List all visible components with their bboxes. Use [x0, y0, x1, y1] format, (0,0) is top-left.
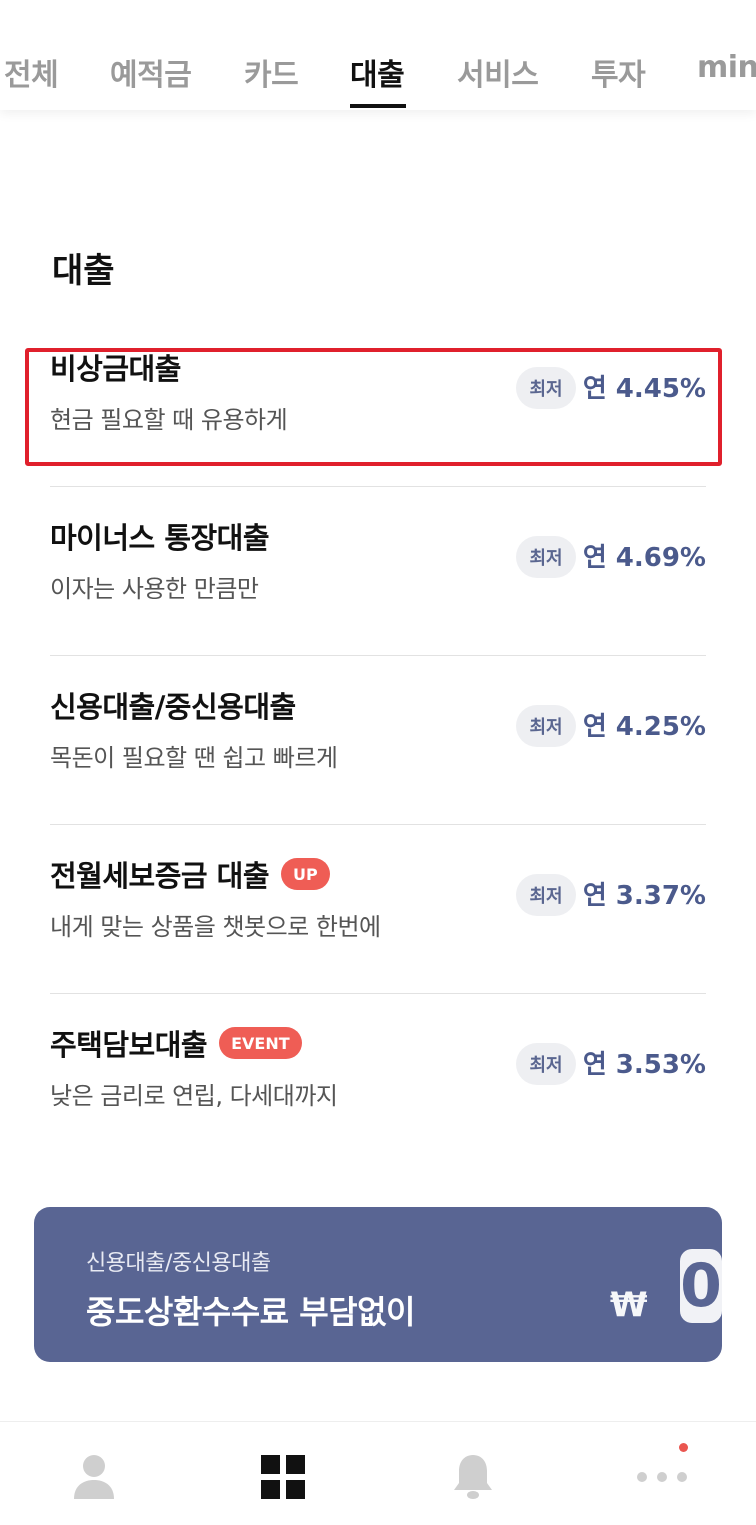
- zero-fee-badge: 0: [680, 1249, 722, 1323]
- min-rate-badge: 최저: [516, 705, 576, 747]
- bell-icon: [454, 1455, 492, 1499]
- loan-item-credit[interactable]: 신용대출/중신용대출 목돈이 필요할 땐 쉽고 빠르게 최저 연 4.25%: [50, 656, 706, 825]
- notification-dot: [679, 1443, 688, 1452]
- loan-name: 전월세보증금 대출 UP: [50, 853, 330, 895]
- min-rate-badge: 최저: [516, 1043, 576, 1085]
- loan-name: 마이너스 통장대출: [50, 521, 270, 555]
- min-rate-badge: 최저: [516, 536, 576, 578]
- nav-profile-button[interactable]: [54, 1442, 134, 1512]
- tab-investment[interactable]: 투자: [591, 50, 646, 94]
- loan-rate: 연 3.53%: [582, 1050, 706, 1080]
- loan-desc: 내게 맞는 상품을 챗봇으로 한번에: [50, 913, 381, 941]
- tab-loan[interactable]: 대출: [350, 50, 405, 94]
- highlight-box: [25, 348, 722, 466]
- loan-rate: 연 4.25%: [582, 712, 706, 742]
- loan-item-mortgage[interactable]: 주택담보대출 EVENT 낮은 금리로 연립, 다세대까지 최저 연 3.53%: [50, 994, 706, 1163]
- tab-service[interactable]: 서비스: [457, 50, 539, 94]
- page-title: 대출: [52, 251, 115, 291]
- loan-rate: 연 3.37%: [582, 881, 706, 911]
- loan-item-minus-account[interactable]: 마이너스 통장대출 이자는 사용한 만큼만 최저 연 4.69%: [50, 487, 706, 656]
- more-dots-icon: [637, 1472, 687, 1482]
- won-currency-icon: ₩: [610, 1285, 648, 1325]
- grid-icon: [261, 1455, 305, 1499]
- loan-desc: 낮은 금리로 연립, 다세대까지: [50, 1082, 338, 1110]
- bottom-navigation: [0, 1421, 756, 1525]
- loan-rate: 연 4.69%: [582, 543, 706, 573]
- person-icon: [74, 1455, 114, 1499]
- nav-notification-button[interactable]: [433, 1442, 513, 1512]
- category-tab-bar: 전체 예적금 카드 대출 서비스 투자 mini: [0, 0, 756, 110]
- banner-title: 중도상환수수료 부담없이: [86, 1293, 415, 1331]
- tab-card[interactable]: 카드: [244, 50, 299, 94]
- loan-name: 주택담보대출 EVENT: [50, 1022, 302, 1064]
- tab-savings[interactable]: 예적금: [110, 50, 192, 94]
- tab-all[interactable]: 전체: [4, 50, 59, 94]
- active-tab-indicator: [350, 104, 406, 108]
- tab-mini[interactable]: mini: [697, 50, 756, 85]
- up-badge: UP: [281, 858, 330, 890]
- loan-desc: 목돈이 필요할 땐 쉽고 빠르게: [50, 744, 338, 772]
- nav-more-button[interactable]: [622, 1442, 702, 1512]
- banner-subtitle: 신용대출/중신용대출: [86, 1251, 271, 1276]
- nav-home-button[interactable]: [243, 1442, 323, 1512]
- loan-item-jeonse[interactable]: 전월세보증금 대출 UP 내게 맞는 상품을 챗봇으로 한번에 최저 연 3.3…: [50, 825, 706, 994]
- min-rate-badge: 최저: [516, 874, 576, 916]
- promo-banner[interactable]: 신용대출/중신용대출 중도상환수수료 부담없이 ₩ 0: [34, 1207, 722, 1362]
- loan-name: 신용대출/중신용대출: [50, 690, 296, 724]
- event-badge: EVENT: [219, 1027, 302, 1059]
- loan-desc: 이자는 사용한 만큼만: [50, 575, 259, 603]
